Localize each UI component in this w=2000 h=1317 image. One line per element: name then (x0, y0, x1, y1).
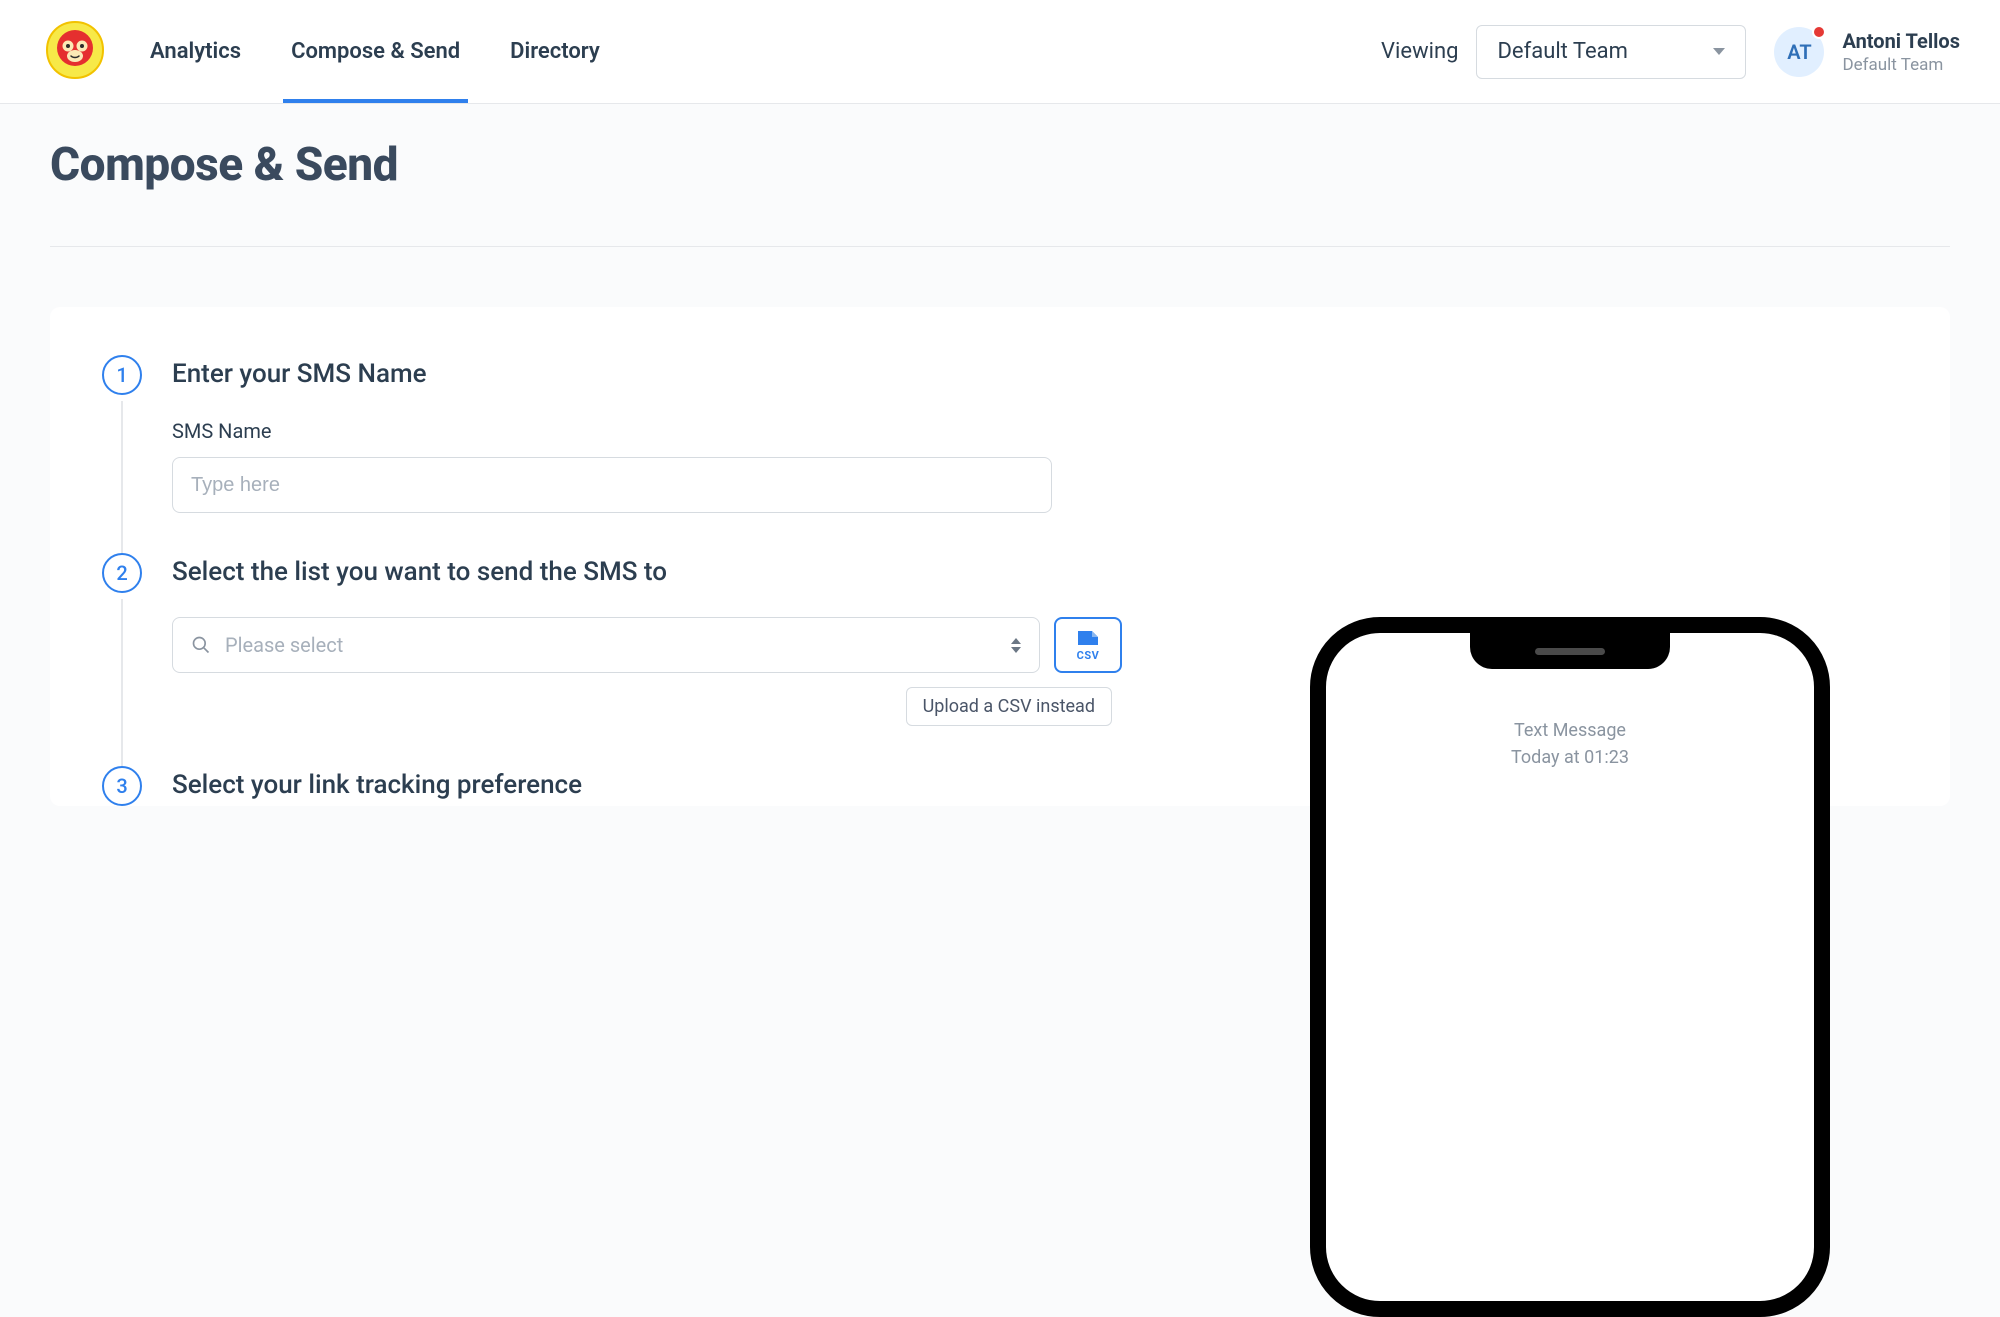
upload-csv-instead-button[interactable]: Upload a CSV instead (906, 687, 1112, 726)
step-1: 1 Enter your SMS Name SMS Name (102, 355, 1122, 553)
step-connector (121, 401, 123, 553)
updown-icon (1011, 638, 1021, 653)
step-2: 2 Select the list you want to send the S… (102, 553, 1122, 766)
file-icon (1076, 629, 1100, 647)
step-3: 3 Select your link tracking preference (102, 766, 1122, 806)
user-team: Default Team (1842, 55, 1960, 75)
step-1-title: Enter your SMS Name (172, 359, 1122, 389)
csv-label: CSV (1077, 649, 1100, 662)
phone-preview-line1: Text Message (1326, 717, 1814, 744)
team-select-value: Default Team (1497, 39, 1627, 64)
nav-analytics[interactable]: Analytics (150, 0, 241, 103)
user-info: Antoni Tellos Default Team (1842, 29, 1960, 75)
nav-compose-send[interactable]: Compose & Send (291, 0, 460, 103)
notification-dot-icon (1812, 25, 1826, 39)
step-1-number: 1 (102, 355, 142, 395)
step-connector (121, 599, 123, 766)
steps: 1 Enter your SMS Name SMS Name 2 Select … (102, 355, 1122, 806)
avatar: AT (1774, 27, 1824, 77)
csv-upload-button[interactable]: CSV (1054, 617, 1122, 673)
team-select[interactable]: Default Team (1476, 25, 1746, 79)
sms-name-label: SMS Name (172, 419, 1122, 443)
page-title: Compose & Send (50, 138, 1950, 247)
topbar: Analytics Compose & Send Directory Viewi… (0, 0, 2000, 104)
viewing-label: Viewing (1381, 39, 1458, 64)
step-3-title: Select your link tracking preference (172, 770, 1122, 800)
phone-notch-icon (1470, 633, 1670, 669)
nav-directory[interactable]: Directory (510, 0, 600, 103)
search-icon (191, 635, 211, 655)
sms-name-input[interactable] (172, 457, 1052, 513)
user-block[interactable]: AT Antoni Tellos Default Team (1774, 27, 1960, 77)
main-nav: Analytics Compose & Send Directory (150, 0, 600, 103)
phone-preview: Text Message Today at 01:23 (1310, 617, 1830, 1317)
list-select-placeholder: Please select (225, 633, 997, 657)
user-name: Antoni Tellos (1842, 29, 1960, 53)
step-2-title: Select the list you want to send the SMS… (172, 557, 1122, 587)
brand-logo (40, 17, 110, 87)
list-select[interactable]: Please select (172, 617, 1040, 673)
phone-preview-line2: Today at 01:23 (1326, 744, 1814, 771)
compose-card: 1 Enter your SMS Name SMS Name 2 Select … (50, 307, 1950, 806)
page: Compose & Send 1 Enter your SMS Name SMS… (0, 104, 2000, 806)
avatar-initials: AT (1787, 40, 1811, 64)
step-3-number: 3 (102, 766, 142, 806)
chevron-down-icon (1713, 48, 1725, 55)
step-2-number: 2 (102, 553, 142, 593)
